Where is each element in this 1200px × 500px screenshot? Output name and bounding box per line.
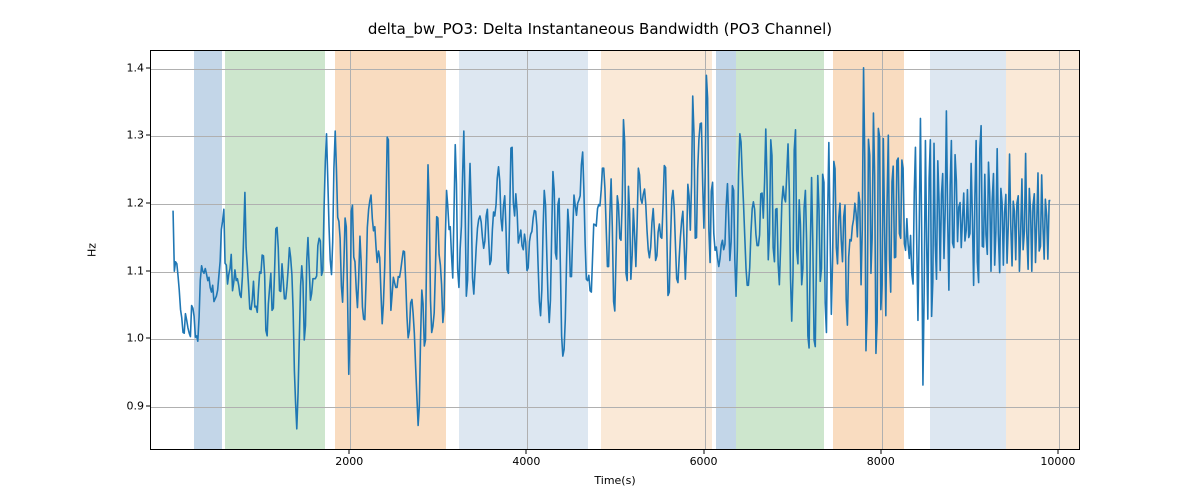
y-tick-label: 0.9 (100, 400, 144, 413)
y-tick-label: 1.3 (100, 129, 144, 142)
x-tick-label: 6000 (690, 455, 718, 468)
y-tick-label: 1.4 (100, 61, 144, 74)
x-tick (349, 450, 350, 454)
plot-area (150, 50, 1080, 450)
x-tick-label: 10000 (1040, 455, 1075, 468)
data-line (151, 51, 1079, 449)
y-axis-label: Hz (86, 243, 99, 257)
x-tick-label: 2000 (335, 455, 363, 468)
figure: delta_bw_PO3: Delta Instantaneous Bandwi… (0, 0, 1200, 500)
y-tick-label: 1.0 (100, 332, 144, 345)
y-tick-label: 1.2 (100, 196, 144, 209)
y-tick-label: 1.1 (100, 264, 144, 277)
x-tick (526, 450, 527, 454)
x-tick-label: 4000 (512, 455, 540, 468)
x-tick-label: 8000 (867, 455, 895, 468)
x-tick (880, 450, 881, 454)
x-tick (1057, 450, 1058, 454)
series-line (173, 68, 1050, 429)
x-axis-label: Time(s) (594, 474, 635, 487)
chart-title: delta_bw_PO3: Delta Instantaneous Bandwi… (0, 20, 1200, 38)
x-tick (703, 450, 704, 454)
